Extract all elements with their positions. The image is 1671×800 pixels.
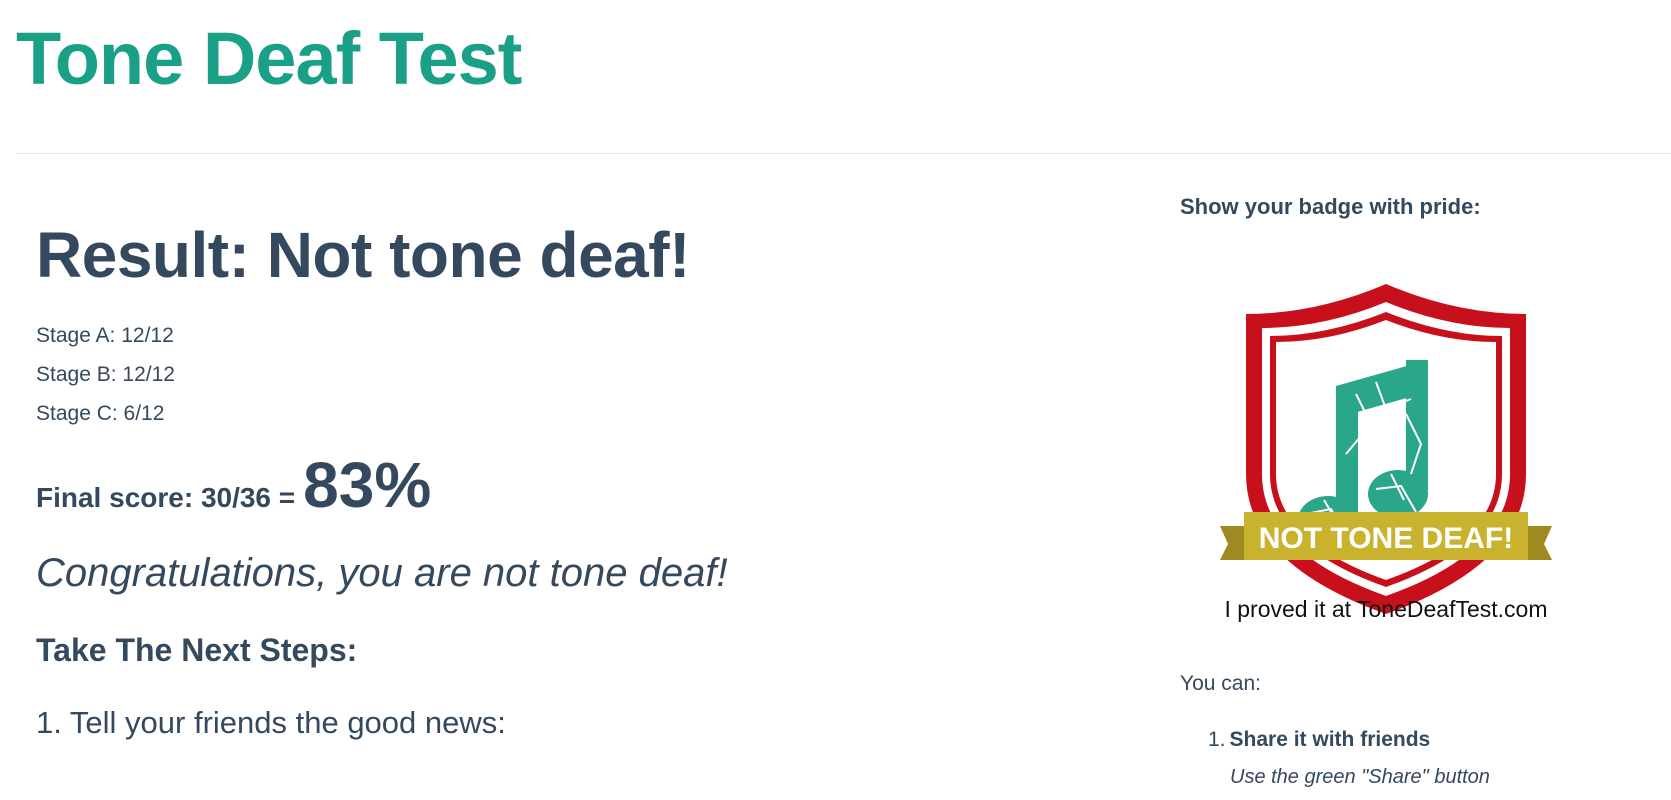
stage-c-score: Stage C: 6/12	[36, 402, 165, 426]
final-score: Final score: 30/36 = 83%	[36, 453, 1036, 517]
badge-tagline: I proved it at ToneDeafTest.com	[1224, 596, 1548, 622]
final-score-percent: 83%	[303, 449, 432, 522]
you-can-label: You can:	[1180, 672, 1261, 695]
congrats-message: Congratulations, you are not tone deaf!	[36, 551, 728, 596]
badge-heading: Show your badge with pride:	[1180, 194, 1481, 219]
list-number: 1.	[1208, 728, 1226, 751]
result-section: Result: Not tone deaf! Stage A: 12/12 St…	[36, 220, 1036, 741]
share-with-friends-label: Share it with friends	[1229, 728, 1431, 751]
next-steps-heading: Take The Next Steps:	[36, 632, 358, 669]
badge-action-item: 1. Share it with friends Use the green "S…	[1208, 728, 1490, 789]
final-score-label: Final score: 30/36 =	[36, 482, 296, 514]
badge-ribbon-text: NOT TONE DEAF!	[1259, 522, 1513, 555]
badge-image[interactable]: NOT TONE DEAF!	[1206, 274, 1566, 624]
stage-b-score: Stage B: 12/12	[36, 363, 175, 387]
badge-sidebar: Show your badge with pride: NOT TONE DEA…	[1180, 194, 1640, 788]
result-title: Result: Not tone deaf!	[36, 219, 690, 291]
site-title[interactable]: Tone Deaf Test	[16, 22, 522, 96]
stage-scores: Stage A: 12/12 Stage B: 12/12 Stage C: 6…	[36, 316, 1036, 433]
badge-actions-list: 1. Share it with friends Use the green "S…	[1208, 728, 1490, 789]
share-with-friends-heading: 1. Share it with friends	[1208, 728, 1490, 752]
stage-a-score: Stage A: 12/12	[36, 324, 174, 348]
next-step-1: 1. Tell your friends the good news:	[36, 705, 506, 741]
share-hint: Use the green "Share" button	[1230, 766, 1490, 788]
header-divider	[16, 153, 1671, 154]
